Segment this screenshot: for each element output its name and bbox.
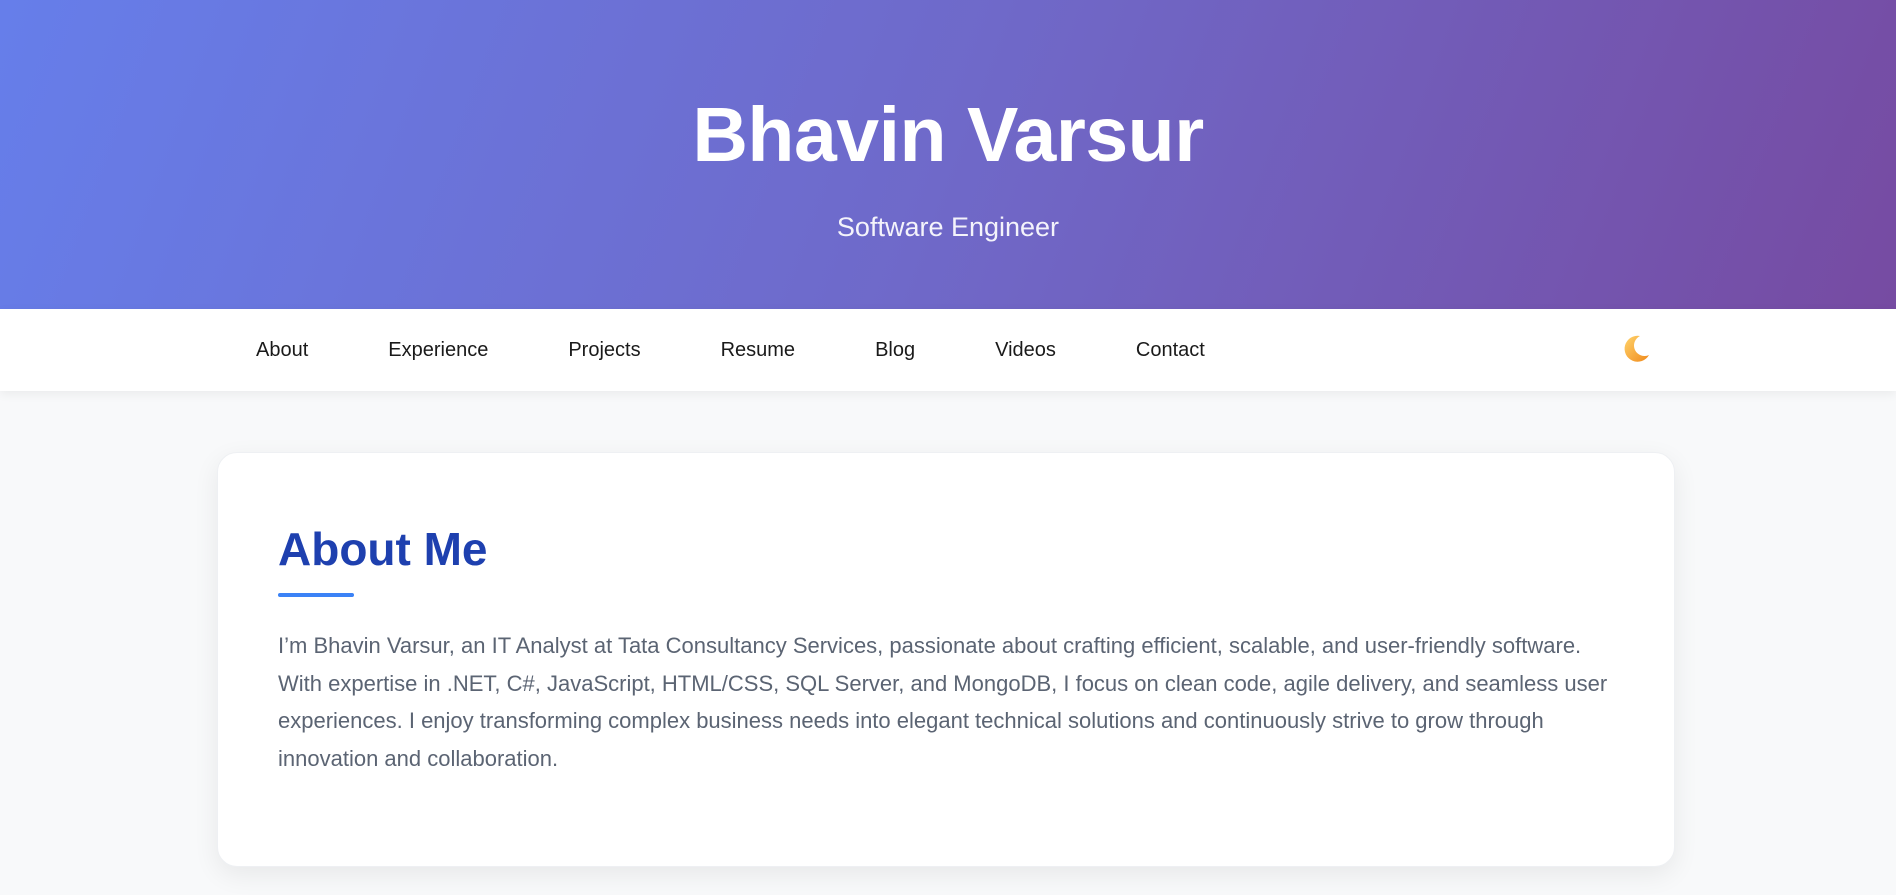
nav-links: About Experience Projects Resume Blog Vi… [256,309,1285,391]
nav-link-about[interactable]: About [256,309,308,391]
hero-name: Bhavin Varsur [692,92,1204,178]
about-title: About Me [278,523,488,575]
nav-link-contact[interactable]: Contact [1136,309,1205,391]
theme-toggle-button[interactable] [1618,331,1654,367]
nav-link-resume[interactable]: Resume [721,309,795,391]
nav-link-blog[interactable]: Blog [875,309,915,391]
main-navbar: About Experience Projects Resume Blog Vi… [0,309,1896,391]
about-card: About Me I’m Bhavin Varsur, an IT Analys… [217,452,1675,867]
hero-header: Bhavin Varsur Software Engineer [0,0,1896,309]
about-text: I’m Bhavin Varsur, an IT Analyst at Tata… [278,633,1608,771]
title-underline [278,593,354,597]
moon-icon [1624,335,1649,362]
nav-link-projects[interactable]: Projects [568,309,640,391]
nav-link-videos[interactable]: Videos [995,309,1056,391]
nav-link-experience[interactable]: Experience [388,309,488,391]
hero-subtitle: Software Engineer [836,212,1060,242]
